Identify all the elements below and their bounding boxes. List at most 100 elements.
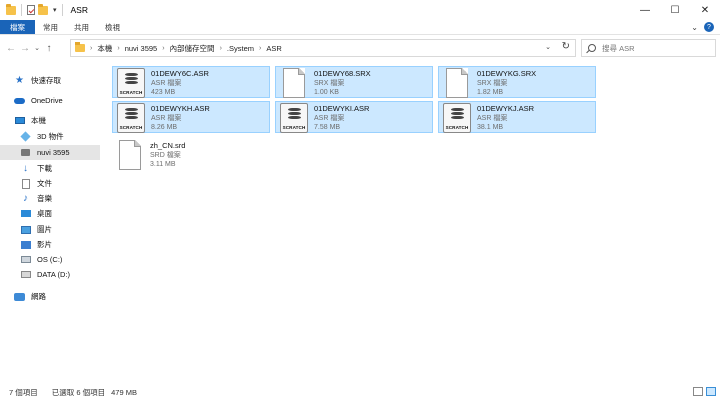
file-tile[interactable]: SCRATCH 01DEWYKJ.ASR ASR 檔案 38.1 MB <box>438 101 596 133</box>
breadcrumb-separator[interactable]: › <box>220 45 222 52</box>
breadcrumb-asr[interactable]: ASR <box>266 44 281 53</box>
sidebar-item-label: 下載 <box>37 164 52 173</box>
file-tile[interactable]: SCRATCH 01DEWY6C.ASR ASR 檔案 423 MB <box>112 66 270 98</box>
new-folder-icon[interactable] <box>38 3 48 15</box>
breadcrumb-internal-storage[interactable]: 內部儲存空間 <box>170 43 215 54</box>
maximize-button[interactable]: ☐ <box>660 0 690 20</box>
blank-file-icon <box>119 140 141 170</box>
file-size: 423 MB <box>151 89 176 96</box>
tab-file[interactable]: 檔案 <box>0 20 35 34</box>
sidebar-item-nuvi-3595[interactable]: nuvi 3595 <box>0 145 100 160</box>
folder-icon <box>75 42 85 52</box>
breadcrumb-separator[interactable]: › <box>259 45 261 52</box>
tab-home[interactable]: 常用 <box>35 20 66 34</box>
file-tile[interactable]: SCRATCH 01DEWYKI.ASR ASR 檔案 7.58 MB <box>275 101 433 133</box>
details-view-icon[interactable] <box>693 387 703 396</box>
sidebar-item-pictures[interactable]: 圖片 <box>20 222 108 237</box>
search-input[interactable]: 搜尋 ASR <box>581 39 716 57</box>
customize-toolbar-dropdown[interactable]: ▾ <box>53 6 57 14</box>
sidebar-item-data-d[interactable]: DATA (D:) <box>20 267 108 282</box>
folder-icon[interactable] <box>6 3 16 15</box>
breadcrumb-separator[interactable]: › <box>117 45 119 52</box>
scratch-disk-icon: SCRATCH <box>117 103 145 133</box>
breadcrumb-system[interactable]: .System <box>227 44 254 53</box>
star-icon: ★ <box>15 75 24 86</box>
address-dropdown[interactable]: ⌄ <box>545 43 551 51</box>
document-icon <box>20 178 31 189</box>
sidebar-item-network[interactable]: 網路 <box>14 289 102 304</box>
file-list: SCRATCH 01DEWY6C.ASR ASR 檔案 423 MB 01DEW… <box>104 62 720 382</box>
sidebar-item-label: OneDrive <box>31 96 63 105</box>
file-size: 8.26 MB <box>151 124 178 131</box>
selection-count: 已選取 6 個項目 <box>51 387 106 397</box>
sidebar-item-label: 網路 <box>31 292 46 301</box>
blank-file-icon <box>446 68 468 98</box>
navigation-pane: ★ 快速存取 OneDrive 本機 3D 物件 nuvi 3595 ↓ 下載 … <box>0 62 102 382</box>
file-name: 01DEWY6C.ASR <box>151 69 209 78</box>
cube-icon <box>20 131 31 142</box>
help-icon[interactable]: ? <box>704 22 714 32</box>
file-tile[interactable]: 01DEWY68.SRX SRX 檔案 1.00 KB <box>275 66 433 98</box>
sidebar-item-3d-objects[interactable]: 3D 物件 <box>20 129 108 144</box>
refresh-icon[interactable]: ↻ <box>562 41 570 52</box>
sidebar-item-videos[interactable]: 影片 <box>20 237 108 252</box>
file-tile[interactable]: SCRATCH 01DEWYKH.ASR ASR 檔案 8.26 MB <box>112 101 270 133</box>
window-controls: — ☐ ✕ <box>630 0 720 20</box>
sidebar-item-desktop[interactable]: 桌面 <box>20 206 108 221</box>
sidebar-item-documents[interactable]: 文件 <box>20 176 108 191</box>
sidebar-item-onedrive[interactable]: OneDrive <box>14 93 102 108</box>
file-size: 1.00 KB <box>314 89 339 96</box>
file-size: 7.58 MB <box>314 124 341 131</box>
sidebar-item-this-pc[interactable]: 本機 <box>14 113 102 128</box>
picture-icon <box>20 225 31 235</box>
ribbon-controls: ⌄ ? <box>691 22 714 32</box>
up-button[interactable]: ↑ <box>42 43 56 54</box>
minimize-button[interactable]: — <box>630 0 660 20</box>
file-type: SRX 檔案 <box>314 80 345 87</box>
file-type: SRD 檔案 <box>150 152 181 159</box>
file-tile[interactable]: 01DEWYKG.SRX SRX 檔案 1.82 MB <box>438 66 596 98</box>
sidebar-item-label: 音樂 <box>37 194 52 203</box>
scratch-disk-icon: SCRATCH <box>443 103 471 133</box>
file-type: ASR 檔案 <box>151 80 182 87</box>
tab-view[interactable]: 檢視 <box>97 20 128 34</box>
quick-access-toolbar: ▾ <box>6 3 65 16</box>
toolbar-divider <box>61 4 63 16</box>
breadcrumb-this-pc[interactable]: 本機 <box>97 43 112 54</box>
sidebar-item-music[interactable]: ♪ 音樂 <box>20 191 108 206</box>
sidebar-item-label: 桌面 <box>37 209 52 218</box>
sidebar-item-os-c[interactable]: OS (C:) <box>20 252 108 267</box>
ribbon-tabs: 檔案 常用 共用 檢視 ⌄ ? <box>0 20 720 35</box>
file-tile[interactable]: zh_CN.srd SRD 檔案 3.11 MB <box>112 139 270 171</box>
recent-locations-dropdown[interactable]: ⌄ <box>32 44 42 52</box>
address-bar[interactable]: › 本機 › nuvi 3595 › 內部儲存空間 › .System › AS… <box>70 39 576 57</box>
breadcrumb-device[interactable]: nuvi 3595 <box>125 44 158 53</box>
sidebar-item-label: 快速存取 <box>31 76 61 85</box>
breadcrumb-separator[interactable]: › <box>162 45 164 52</box>
back-button[interactable]: ← <box>4 43 18 54</box>
desktop-icon <box>20 209 31 219</box>
sidebar-item-downloads[interactable]: ↓ 下載 <box>20 161 108 176</box>
sidebar-item-label: 文件 <box>37 179 52 188</box>
window-title: ASR <box>70 5 88 15</box>
file-name: 01DEWYKH.ASR <box>151 104 210 113</box>
close-button[interactable]: ✕ <box>690 0 720 20</box>
file-size: 1.82 MB <box>477 89 504 96</box>
sidebar-item-label: 3D 物件 <box>37 132 64 141</box>
sidebar-item-quick-access[interactable]: ★ 快速存取 <box>14 73 102 88</box>
sidebar-item-label: nuvi 3595 <box>37 148 70 157</box>
tab-share[interactable]: 共用 <box>66 20 97 34</box>
video-icon <box>20 240 31 250</box>
expand-ribbon-icon[interactable]: ⌄ <box>691 23 698 32</box>
properties-icon[interactable] <box>27 5 35 15</box>
scratch-disk-icon: SCRATCH <box>117 68 145 98</box>
sidebar-item-label: 本機 <box>31 116 46 125</box>
large-icons-view-icon[interactable] <box>706 387 716 396</box>
file-size: 38.1 MB <box>477 124 504 131</box>
navigation-bar: ← → ⌄ ↑ › 本機 › nuvi 3595 › 內部儲存空間 › .Sys… <box>0 36 720 60</box>
status-bar: 7 個項目 已選取 6 個項目 479 MB <box>0 384 720 400</box>
breadcrumb-separator[interactable]: › <box>90 45 92 52</box>
forward-button[interactable]: → <box>18 43 32 54</box>
file-type: ASR 檔案 <box>477 115 508 122</box>
sidebar-item-label: DATA (D:) <box>37 270 71 279</box>
